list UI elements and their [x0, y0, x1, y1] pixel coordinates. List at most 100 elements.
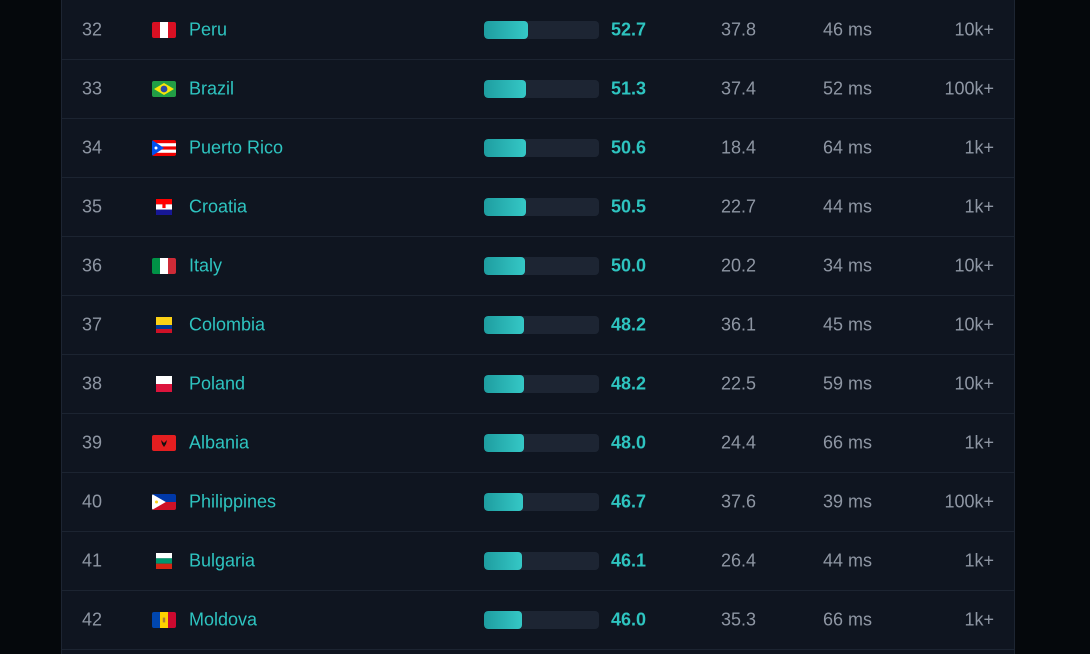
ping-cell: 66 ms: [823, 609, 873, 630]
table-row[interactable]: 41 Bulgaria 46.1 26.4 44 ms 1k+: [62, 532, 1014, 591]
score-cell: 46.7: [611, 491, 647, 512]
speed-cell: 24.4: [721, 432, 757, 453]
score-bar: [484, 21, 599, 39]
speed-cell: 20.2: [721, 255, 757, 276]
score-bar: [484, 80, 599, 98]
rank-cell: 40: [82, 491, 103, 512]
ping-cell: 39 ms: [823, 491, 873, 512]
table-row[interactable]: 38 Poland 48.2 22.5 59 ms 10k+: [62, 355, 1014, 414]
colombia-flag-icon: [152, 317, 176, 333]
users-cell: 1k+: [964, 196, 994, 217]
score-bar-fill: [484, 198, 526, 216]
peru-flag-icon: [152, 22, 176, 38]
moldova-flag-icon: [152, 612, 176, 628]
puerto-rico-flag-icon: [152, 140, 176, 156]
ping-cell: 52 ms: [823, 78, 873, 99]
italy-flag-icon: [152, 258, 176, 274]
users-cell: 1k+: [964, 550, 994, 571]
score-cell: 46.0: [611, 609, 647, 630]
score-bar: [484, 611, 599, 629]
users-cell: 10k+: [954, 373, 994, 394]
users-cell: 10k+: [954, 255, 994, 276]
speed-cell: 18.4: [721, 137, 757, 158]
table-row[interactable]: 33 Brazil 51.3 37.4 52 ms 100k+: [62, 60, 1014, 119]
rank-cell: 42: [82, 609, 103, 630]
table-row[interactable]: 34 Puerto Rico 50.6 18.4 64 ms 1k+: [62, 119, 1014, 178]
score-cell: 48.2: [611, 373, 647, 394]
users-cell: 1k+: [964, 432, 994, 453]
table-row[interactable]: 40 Philippines 46.7 37.6 39 ms 100k+: [62, 473, 1014, 532]
score-bar: [484, 198, 599, 216]
table-row[interactable]: 36 Italy 50.0 20.2 34 ms 10k+: [62, 237, 1014, 296]
country-link[interactable]: Colombia: [189, 315, 265, 336]
country-link[interactable]: Italy: [189, 256, 222, 277]
country-link[interactable]: Bulgaria: [189, 551, 255, 572]
ping-cell: 66 ms: [823, 432, 873, 453]
croatia-flag-icon: [152, 199, 176, 215]
speed-cell: 26.4: [721, 550, 757, 571]
score-bar-fill: [484, 257, 526, 275]
score-bar-fill: [484, 316, 524, 334]
users-cell: 100k+: [944, 78, 994, 99]
score-cell: 50.0: [611, 255, 647, 276]
country-link[interactable]: Brazil: [189, 79, 234, 100]
score-cell: 48.0: [611, 432, 647, 453]
speed-cell: 37.6: [721, 491, 757, 512]
score-cell: 50.6: [611, 137, 647, 158]
country-link[interactable]: Peru: [189, 20, 227, 41]
table-row[interactable]: 37 Colombia 48.2 36.1 45 ms 10k+: [62, 296, 1014, 355]
speed-cell: 35.3: [721, 609, 757, 630]
users-cell: 10k+: [954, 314, 994, 335]
rank-cell: 35: [82, 196, 103, 217]
ping-cell: 45 ms: [823, 314, 873, 335]
ping-cell: 59 ms: [823, 373, 873, 394]
speed-cell: 37.8: [721, 19, 757, 40]
table-row[interactable]: 35 Croatia 50.5 22.7 44 ms 1k+: [62, 178, 1014, 237]
score-bar-fill: [484, 21, 528, 39]
country-link[interactable]: Poland: [189, 374, 245, 395]
users-cell: 10k+: [954, 19, 994, 40]
score-bar-fill: [484, 552, 523, 570]
ping-cell: 64 ms: [823, 137, 873, 158]
speed-cell: 36.1: [721, 314, 757, 335]
score-bar-fill: [484, 493, 523, 511]
score-cell: 52.7: [611, 19, 647, 40]
poland-flag-icon: [152, 376, 176, 392]
ping-cell: 44 ms: [823, 196, 873, 217]
score-bar-fill: [484, 434, 524, 452]
score-bar: [484, 552, 599, 570]
score-bar: [484, 493, 599, 511]
score-bar: [484, 139, 599, 157]
rank-cell: 38: [82, 373, 103, 394]
speed-cell: 22.5: [721, 373, 757, 394]
score-bar: [484, 375, 599, 393]
score-bar: [484, 257, 599, 275]
users-cell: 100k+: [944, 491, 994, 512]
country-link[interactable]: Philippines: [189, 492, 276, 513]
bulgaria-flag-icon: [152, 553, 176, 569]
score-cell: 51.3: [611, 78, 647, 99]
country-link[interactable]: Moldova: [189, 610, 257, 631]
ping-cell: 44 ms: [823, 550, 873, 571]
country-link[interactable]: Albania: [189, 433, 249, 454]
table-row[interactable]: 32 Peru 52.7 37.8 46 ms 10k+: [62, 1, 1014, 60]
score-cell: 48.2: [611, 314, 647, 335]
rank-cell: 32: [82, 19, 103, 40]
score-bar-fill: [484, 139, 526, 157]
rank-cell: 41: [82, 550, 103, 571]
score-bar-fill: [484, 375, 524, 393]
score-bar-fill: [484, 611, 523, 629]
users-cell: 1k+: [964, 609, 994, 630]
table-row[interactable]: 39 Albania 48.0 24.4 66 ms 1k+: [62, 414, 1014, 473]
score-cell: 46.1: [611, 550, 647, 571]
country-link[interactable]: Croatia: [189, 197, 247, 218]
rank-cell: 37: [82, 314, 103, 335]
users-cell: 1k+: [964, 137, 994, 158]
rank-cell: 33: [82, 78, 103, 99]
ping-cell: 46 ms: [823, 19, 873, 40]
brazil-flag-icon: [152, 81, 176, 97]
table-row[interactable]: 42 Moldova 46.0 35.3 66 ms 1k+: [62, 591, 1014, 650]
country-link[interactable]: Puerto Rico: [189, 138, 283, 159]
rank-cell: 34: [82, 137, 103, 158]
albania-flag-icon: [152, 435, 176, 451]
